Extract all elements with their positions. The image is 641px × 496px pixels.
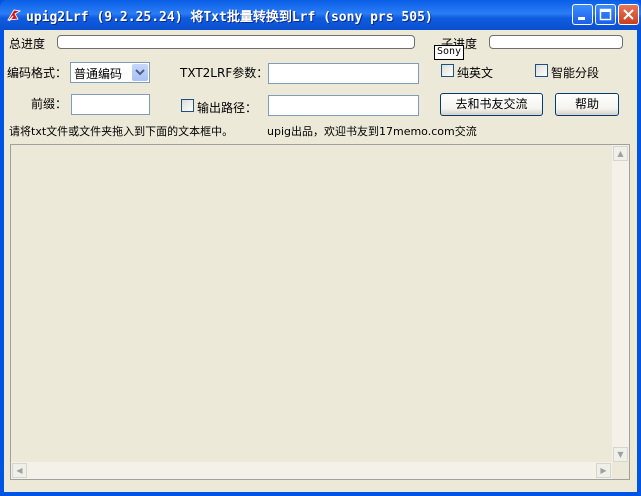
close-button[interactable] bbox=[618, 4, 639, 25]
encoding-select[interactable]: 普通编码 bbox=[70, 62, 150, 83]
credit-text: upig出品，欢迎书友到17memo.com交流 bbox=[267, 125, 477, 138]
window-title: upig2Lrf (9.2.25.24) 将Txt批量转换到Lrf (sony … bbox=[26, 10, 433, 25]
scroll-right-arrow[interactable]: ▶ bbox=[596, 463, 611, 478]
prefix-input[interactable] bbox=[71, 94, 150, 115]
total-progress-label: 总进度 bbox=[9, 37, 46, 51]
tooltip: Sony bbox=[434, 45, 465, 60]
encoding-selected-value: 普通编码 bbox=[74, 67, 123, 81]
horizontal-scrollbar[interactable]: ◀ ▶ bbox=[11, 462, 612, 479]
scroll-corner bbox=[612, 462, 629, 479]
smart-paragraph-label[interactable]: 智能分段 bbox=[551, 64, 599, 81]
pure-english-checkbox[interactable] bbox=[441, 64, 454, 77]
maximize-icon bbox=[599, 8, 612, 21]
title-bar[interactable]: upig2Lrf (9.2.25.24) 将Txt批量转换到Lrf (sony … bbox=[0, 0, 641, 30]
txt2lrf-params-label: TXT2LRF参数： bbox=[180, 66, 269, 80]
drop-zone-textarea[interactable]: ▲ ▼ ◀ ▶ bbox=[10, 144, 630, 480]
dropdown-arrow[interactable] bbox=[132, 64, 148, 81]
vertical-scrollbar[interactable]: ▲ ▼ bbox=[612, 145, 629, 463]
output-path-input[interactable] bbox=[268, 95, 419, 116]
total-progress-bar bbox=[57, 35, 415, 49]
scroll-down-arrow[interactable]: ▼ bbox=[613, 447, 628, 462]
prefix-label: 前缀： bbox=[31, 97, 68, 111]
app-window: upig2Lrf (9.2.25.24) 将Txt批量转换到Lrf (sony … bbox=[0, 0, 641, 496]
scroll-up-arrow[interactable]: ▲ bbox=[613, 146, 628, 161]
forum-button[interactable]: 去和书友交流 bbox=[440, 93, 543, 116]
upig-app-icon bbox=[7, 9, 22, 22]
minimize-icon bbox=[578, 17, 585, 20]
maximize-button[interactable] bbox=[595, 4, 616, 25]
scroll-left-arrow[interactable]: ◀ bbox=[12, 463, 27, 478]
chevron-down-icon bbox=[135, 69, 145, 76]
drop-hint-text: 请将txt文件或文件夹拖入到下面的文本框中。 bbox=[9, 125, 234, 138]
smart-paragraph-checkbox[interactable] bbox=[535, 64, 548, 77]
client-area: 总进度 子进度 Sony 编码格式： 普通编码 TXT2LRF参数： 纯英文 智… bbox=[4, 30, 637, 492]
output-path-checkbox[interactable] bbox=[181, 99, 194, 112]
help-button[interactable]: 帮助 bbox=[555, 93, 619, 116]
encoding-label: 编码格式： bbox=[7, 66, 68, 80]
minimize-button[interactable] bbox=[572, 4, 593, 25]
sub-progress-bar bbox=[489, 35, 623, 49]
output-path-label[interactable]: 输出路径： bbox=[197, 99, 257, 116]
txt2lrf-params-input[interactable] bbox=[268, 63, 419, 84]
pure-english-label[interactable]: 纯英文 bbox=[457, 64, 493, 81]
close-icon bbox=[623, 9, 634, 20]
